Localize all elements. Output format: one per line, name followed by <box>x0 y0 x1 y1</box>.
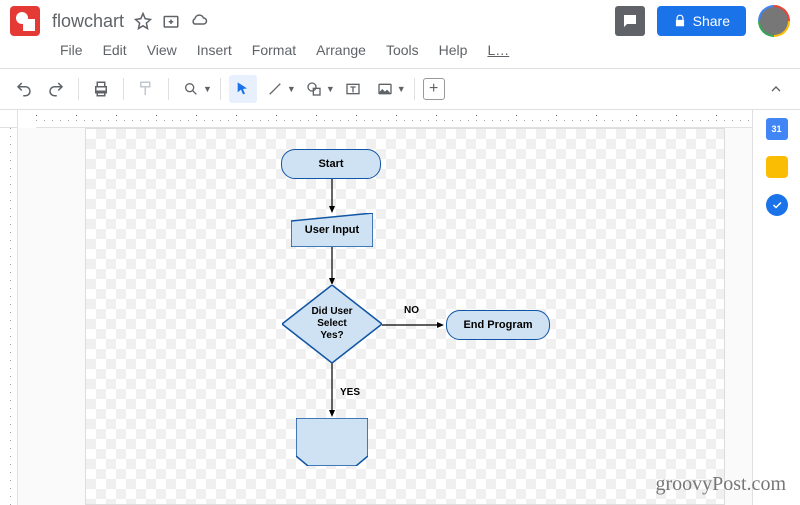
cloud-saved-icon[interactable] <box>190 12 208 30</box>
line-tool[interactable] <box>261 75 289 103</box>
arrow-start-to-input[interactable] <box>329 179 335 215</box>
shape-decision-label: Did User Select Yes? <box>311 306 352 342</box>
menu-edit[interactable]: Edit <box>95 38 135 62</box>
shape-user-input[interactable]: User Input <box>291 213 373 247</box>
drawing-canvas[interactable]: Start User Input <box>85 128 725 505</box>
select-tool[interactable] <box>229 75 257 103</box>
share-button[interactable]: Share <box>657 6 746 36</box>
image-tool[interactable] <box>371 75 399 103</box>
menu-view[interactable]: View <box>139 38 185 62</box>
menu-file[interactable]: File <box>52 38 91 62</box>
shape-caret-icon[interactable]: ▼ <box>326 84 335 94</box>
move-icon[interactable] <box>162 12 180 30</box>
image-caret-icon[interactable]: ▼ <box>397 84 406 94</box>
toolbar: ▼ ▼ ▼ ▼ + <box>0 68 800 110</box>
calendar-day-label: 31 <box>771 124 781 134</box>
app-logo[interactable] <box>10 6 40 36</box>
share-button-label: Share <box>693 13 730 29</box>
shape-card[interactable] <box>296 418 368 466</box>
menu-help[interactable]: Help <box>431 38 476 62</box>
zoom-button[interactable] <box>177 75 205 103</box>
menu-tools[interactable]: Tools <box>378 38 427 62</box>
shape-end[interactable]: End Program <box>446 310 550 340</box>
keep-addon-icon[interactable] <box>766 156 788 178</box>
watermark: groovyPost.com <box>655 473 786 496</box>
shape-tool[interactable] <box>300 75 328 103</box>
line-caret-icon[interactable]: ▼ <box>287 84 296 94</box>
comments-button[interactable] <box>615 6 645 36</box>
menu-overflow[interactable]: L… <box>479 38 517 62</box>
insert-comment-button[interactable]: + <box>423 78 445 100</box>
menu-bar: File Edit View Insert Format Arrange Too… <box>0 36 800 68</box>
horizontal-ruler <box>36 110 752 128</box>
tasks-addon-icon[interactable] <box>766 194 788 216</box>
collapse-toolbar-button[interactable] <box>762 75 790 103</box>
menu-insert[interactable]: Insert <box>189 38 240 62</box>
menu-arrange[interactable]: Arrange <box>308 38 374 62</box>
shape-end-label: End Program <box>463 319 532 331</box>
menu-format[interactable]: Format <box>244 38 304 62</box>
account-avatar[interactable] <box>758 5 790 37</box>
print-button[interactable] <box>87 75 115 103</box>
textbox-tool[interactable] <box>339 75 367 103</box>
arrow-decision-to-card[interactable] <box>329 363 335 419</box>
vertical-ruler <box>0 128 18 505</box>
redo-button[interactable] <box>42 75 70 103</box>
shape-decision[interactable]: Did User Select Yes? <box>282 285 382 363</box>
star-icon[interactable] <box>134 12 152 30</box>
shape-start-label: Start <box>318 158 343 170</box>
shape-start[interactable]: Start <box>281 149 381 179</box>
lock-icon <box>673 14 687 28</box>
arrow-input-to-decision[interactable] <box>329 247 335 287</box>
side-panel: 31 <box>752 110 800 505</box>
undo-button[interactable] <box>10 75 38 103</box>
label-no: NO <box>404 305 419 316</box>
label-yes: YES <box>340 387 360 398</box>
document-title[interactable]: flowchart <box>52 11 124 32</box>
paint-format-button[interactable] <box>132 75 160 103</box>
shape-user-input-label: User Input <box>305 224 359 236</box>
zoom-caret-icon[interactable]: ▼ <box>203 84 212 94</box>
arrow-decision-to-end[interactable] <box>382 321 446 329</box>
calendar-addon-icon[interactable]: 31 <box>766 118 788 140</box>
